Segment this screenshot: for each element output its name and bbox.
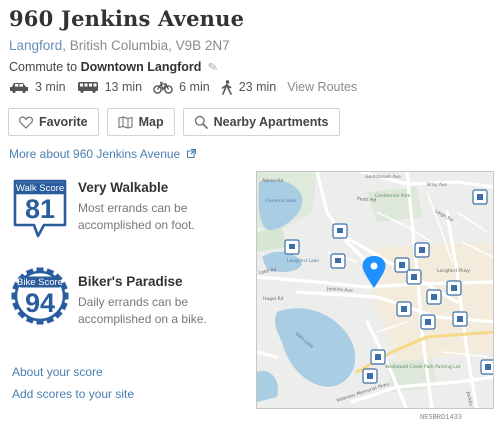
map-label-bray: Bray Ave [427, 182, 447, 188]
bike-score-description: Daily errands can be accomplished on a b… [78, 295, 207, 326]
more-about-text: More about 960 Jenkins Avenue [9, 147, 181, 161]
walk-score-badge[interactable]: Walk Score 81 [12, 179, 68, 238]
external-link-icon [186, 149, 196, 158]
walk-score-value: 81 [24, 194, 56, 224]
car-icon [10, 83, 28, 93]
heart-icon [19, 116, 33, 129]
address-rest: , British Columbia, V9B 2N7 [62, 38, 230, 53]
commute-modes: 3 min 13 min 6 min 23 min View Routes [9, 78, 357, 96]
commute-destination[interactable]: Downtown Langford [81, 60, 202, 74]
nearby-label: Nearby Apartments [213, 115, 329, 129]
walk-score-label: Walk Score [15, 183, 65, 194]
map-icon [118, 115, 133, 129]
map-label-centennial: Centennial Park [375, 193, 411, 199]
walk-time: 23 min [238, 80, 277, 94]
map-credit: NESBRD1433 [420, 414, 463, 422]
commute-mode-bus[interactable]: 13 min [77, 80, 143, 94]
map-canvas: Goldstream Ave Peatt Rd Jenkins Ave Lang… [257, 172, 493, 408]
bike-time: 6 min [179, 80, 210, 94]
car-time: 3 min [35, 80, 66, 94]
map-label: Map [138, 115, 164, 129]
commute-mode-bike[interactable]: 6 min [153, 80, 210, 94]
favorite-label: Favorite [39, 115, 88, 129]
favorite-button[interactable]: Favorite [8, 108, 99, 136]
walk-score-section: Walk Score 81 Very Walkable Most errands… [12, 179, 242, 249]
bike-score-title: Biker's Paradise [78, 274, 183, 289]
map-label-florence-lake: Florence Lake [265, 198, 296, 204]
bike-score-section: Bike Score 94 Biker's Paradise Daily err… [11, 267, 242, 338]
address-line: Langford, British Columbia, V9B 2N7 [9, 38, 230, 53]
commute-line: Commute to Downtown Langford ✎ [9, 59, 219, 75]
walking-icon [221, 79, 232, 95]
commute-mode-car[interactable]: 3 min [9, 80, 66, 94]
neighborhood-map[interactable]: Goldstream Ave Peatt Rd Jenkins Ave Lang… [256, 171, 494, 409]
map-label-langford-pkwy: Langford Pkwy [437, 268, 470, 274]
map-button[interactable]: Map [106, 108, 175, 136]
city-link[interactable]: Langford [9, 38, 62, 53]
walk-score-description: Most errands can be accomplished on foot… [78, 201, 195, 232]
commute-prefix: Commute to [9, 60, 78, 74]
map-label-hagel: Hagel Rd [263, 296, 284, 302]
map-label-atkins: Atkins Rd [262, 178, 283, 184]
bicycle-icon [153, 81, 173, 94]
map-label-goldstream: Goldstream Ave [365, 174, 401, 180]
about-your-score-link[interactable]: About your score [12, 365, 103, 379]
map-label-westwood-creek: Westwood Creek Park Parking Lot [385, 364, 460, 370]
action-buttons: Favorite Map Nearby Apartments [8, 108, 348, 136]
add-scores-link[interactable]: Add scores to your site [12, 387, 134, 401]
nearby-apartments-button[interactable]: Nearby Apartments [182, 108, 340, 136]
page-title: 960 Jenkins Avenue [9, 6, 245, 31]
map-label-langford-lake: Langford Lake [287, 258, 319, 264]
walk-score-title: Very Walkable [78, 180, 169, 195]
bus-time: 13 min [104, 80, 143, 94]
view-routes-link[interactable]: View Routes [287, 80, 357, 94]
bike-score-label: Bike Score [17, 277, 63, 288]
more-about-link[interactable]: More about 960 Jenkins Avenue [9, 147, 196, 161]
pencil-icon[interactable]: ✎ [207, 59, 219, 75]
commute-mode-walk[interactable]: 23 min [221, 79, 277, 95]
bike-score-badge[interactable]: Bike Score 94 [11, 267, 69, 325]
search-icon [194, 115, 208, 129]
bike-score-value: 94 [24, 288, 56, 318]
bus-icon [77, 82, 98, 93]
